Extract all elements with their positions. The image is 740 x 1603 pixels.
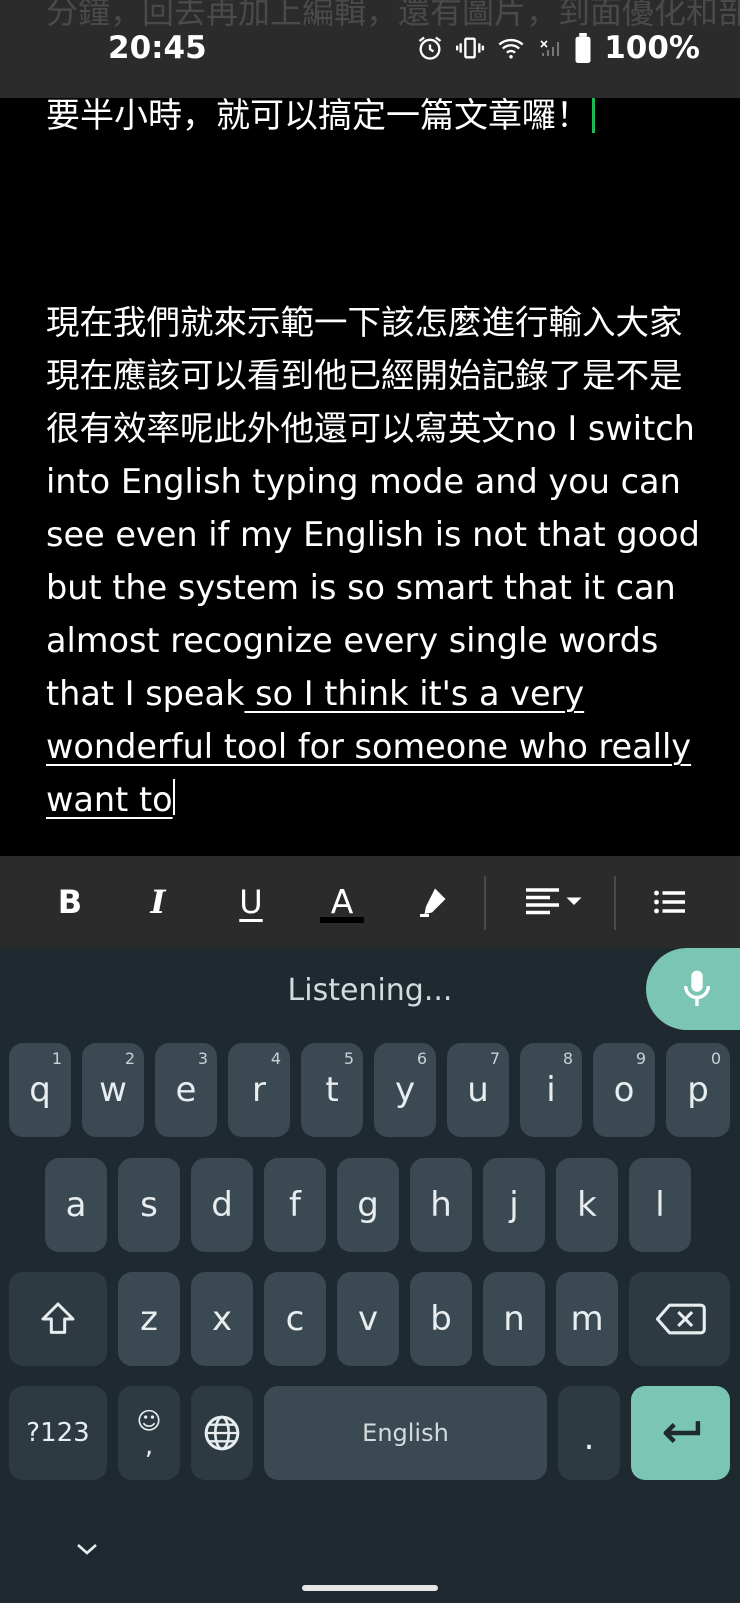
align-button[interactable] xyxy=(518,876,588,928)
bold-button[interactable]: B xyxy=(44,876,96,928)
underline-button[interactable]: U xyxy=(225,876,277,928)
mic-button[interactable] xyxy=(646,948,740,1030)
key-hint: 3 xyxy=(197,1049,208,1068)
key-label: o xyxy=(613,1070,635,1110)
battery-percent: 100% xyxy=(604,30,700,66)
highlight-button[interactable] xyxy=(406,876,458,928)
highlight-icon xyxy=(420,888,446,917)
shift-key[interactable] xyxy=(9,1272,107,1366)
mic-icon xyxy=(683,970,711,1006)
key-label: p xyxy=(687,1070,709,1110)
key-label: i xyxy=(546,1070,556,1110)
shift-icon xyxy=(41,1302,75,1334)
key-h[interactable]: h xyxy=(410,1158,472,1252)
signal-icon xyxy=(540,40,560,56)
toolbar-divider xyxy=(484,876,486,930)
key-s[interactable]: s xyxy=(118,1158,180,1252)
key-hint: 2 xyxy=(124,1049,135,1068)
key-hint: 6 xyxy=(416,1049,427,1068)
key-u[interactable]: u7 xyxy=(447,1043,509,1137)
key-v[interactable]: v xyxy=(337,1272,399,1366)
paragraph-text: 現在我們就來示範一下該怎麼進行輸入大家現在應該可以看到他已經開始記錄了是不是很有… xyxy=(46,303,700,713)
key-hint: 0 xyxy=(710,1049,721,1068)
key-x[interactable]: x xyxy=(191,1272,253,1366)
keyboard: Listening... q1 w2 e3 r4 t5 y6 u7 i8 o9 … xyxy=(0,948,740,1603)
paragraph[interactable]: 要半小時，就可以搞定一篇文章囉！ xyxy=(46,98,716,142)
key-t[interactable]: t5 xyxy=(301,1043,363,1137)
key-p[interactable]: p0 xyxy=(666,1043,730,1137)
key-n[interactable]: n xyxy=(483,1272,545,1366)
key-m[interactable]: m xyxy=(556,1272,618,1366)
key-g[interactable]: g xyxy=(337,1158,399,1252)
key-label: q xyxy=(29,1070,51,1110)
key-y[interactable]: y6 xyxy=(374,1043,436,1137)
key-f[interactable]: f xyxy=(264,1158,326,1252)
key-hint: 1 xyxy=(51,1049,62,1068)
enter-key[interactable] xyxy=(631,1386,730,1480)
symbols-key[interactable]: ?123 xyxy=(9,1386,107,1480)
status-icons: 100% xyxy=(416,30,700,66)
key-hint: 5 xyxy=(343,1049,354,1068)
key-j[interactable]: j xyxy=(483,1158,545,1252)
enter-icon xyxy=(663,1421,700,1444)
alarm-icon xyxy=(419,36,442,60)
key-hint: 4 xyxy=(270,1049,281,1068)
text-color-button[interactable]: A xyxy=(316,876,368,928)
chevron-down-icon[interactable] xyxy=(74,1540,100,1558)
key-label: u xyxy=(467,1070,489,1110)
home-indicator[interactable] xyxy=(302,1585,438,1591)
key-hint: 8 xyxy=(562,1049,573,1068)
key-label: t xyxy=(325,1070,339,1110)
key-hint: 9 xyxy=(635,1049,646,1068)
text-cursor xyxy=(172,779,175,815)
paragraph[interactable]: 現在我們就來示範一下該怎麼進行輸入大家現在應該可以看到他已經開始記錄了是不是很有… xyxy=(46,296,706,826)
key-i[interactable]: i8 xyxy=(520,1043,582,1137)
key-k[interactable]: k xyxy=(556,1158,618,1252)
key-b[interactable]: b xyxy=(410,1272,472,1366)
wifi-icon xyxy=(498,38,524,59)
list-icon xyxy=(654,890,685,914)
battery-icon xyxy=(575,33,591,63)
backspace-icon xyxy=(655,1303,706,1335)
emoji-comma-key[interactable]: ☺ , xyxy=(118,1386,180,1480)
key-label: r xyxy=(252,1070,266,1110)
text-color-icon: A xyxy=(330,881,354,921)
globe-icon xyxy=(204,1415,240,1451)
key-r[interactable]: r4 xyxy=(228,1043,290,1137)
selection-handle[interactable] xyxy=(592,98,595,133)
period-key[interactable]: . xyxy=(558,1386,620,1480)
formatting-toolbar: B I U A xyxy=(0,856,740,948)
italic-button[interactable]: I xyxy=(132,876,184,928)
key-label: y xyxy=(394,1070,416,1110)
document-editor[interactable]: 要半小時，就可以搞定一篇文章囉！ 現在我們就來示範一下該怎麼進行輸入大家現在應該… xyxy=(0,98,740,856)
clock: 20:45 xyxy=(108,30,207,66)
key-e[interactable]: e3 xyxy=(155,1043,217,1137)
list-button[interactable] xyxy=(644,876,696,928)
key-label: e xyxy=(175,1070,197,1110)
key-hint: 7 xyxy=(489,1049,500,1068)
key-l[interactable]: l xyxy=(629,1158,691,1252)
key-q[interactable]: q1 xyxy=(9,1043,71,1137)
comma-label: , xyxy=(144,1431,154,1461)
paragraph-text: 要半小時，就可以搞定一篇文章囉！ xyxy=(46,98,590,136)
key-label: w xyxy=(99,1070,127,1110)
voice-status: Listening... xyxy=(287,973,453,1008)
key-o[interactable]: o9 xyxy=(593,1043,655,1137)
key-c[interactable]: c xyxy=(264,1272,326,1366)
backspace-key[interactable] xyxy=(629,1272,730,1366)
key-z[interactable]: z xyxy=(118,1272,180,1366)
language-key[interactable] xyxy=(191,1386,253,1480)
space-key[interactable]: English xyxy=(264,1386,547,1480)
vibrate-icon xyxy=(456,37,485,59)
key-w[interactable]: w2 xyxy=(82,1043,144,1137)
toolbar-divider xyxy=(614,876,616,930)
key-d[interactable]: d xyxy=(191,1158,253,1252)
text-color-swatch xyxy=(320,916,364,923)
align-icon xyxy=(526,888,582,915)
status-bar: 分鐘，回去再加上編輯，還有圖片，到面優化和部落格的工業… 20:45 100% xyxy=(0,0,740,98)
key-a[interactable]: a xyxy=(45,1158,107,1252)
